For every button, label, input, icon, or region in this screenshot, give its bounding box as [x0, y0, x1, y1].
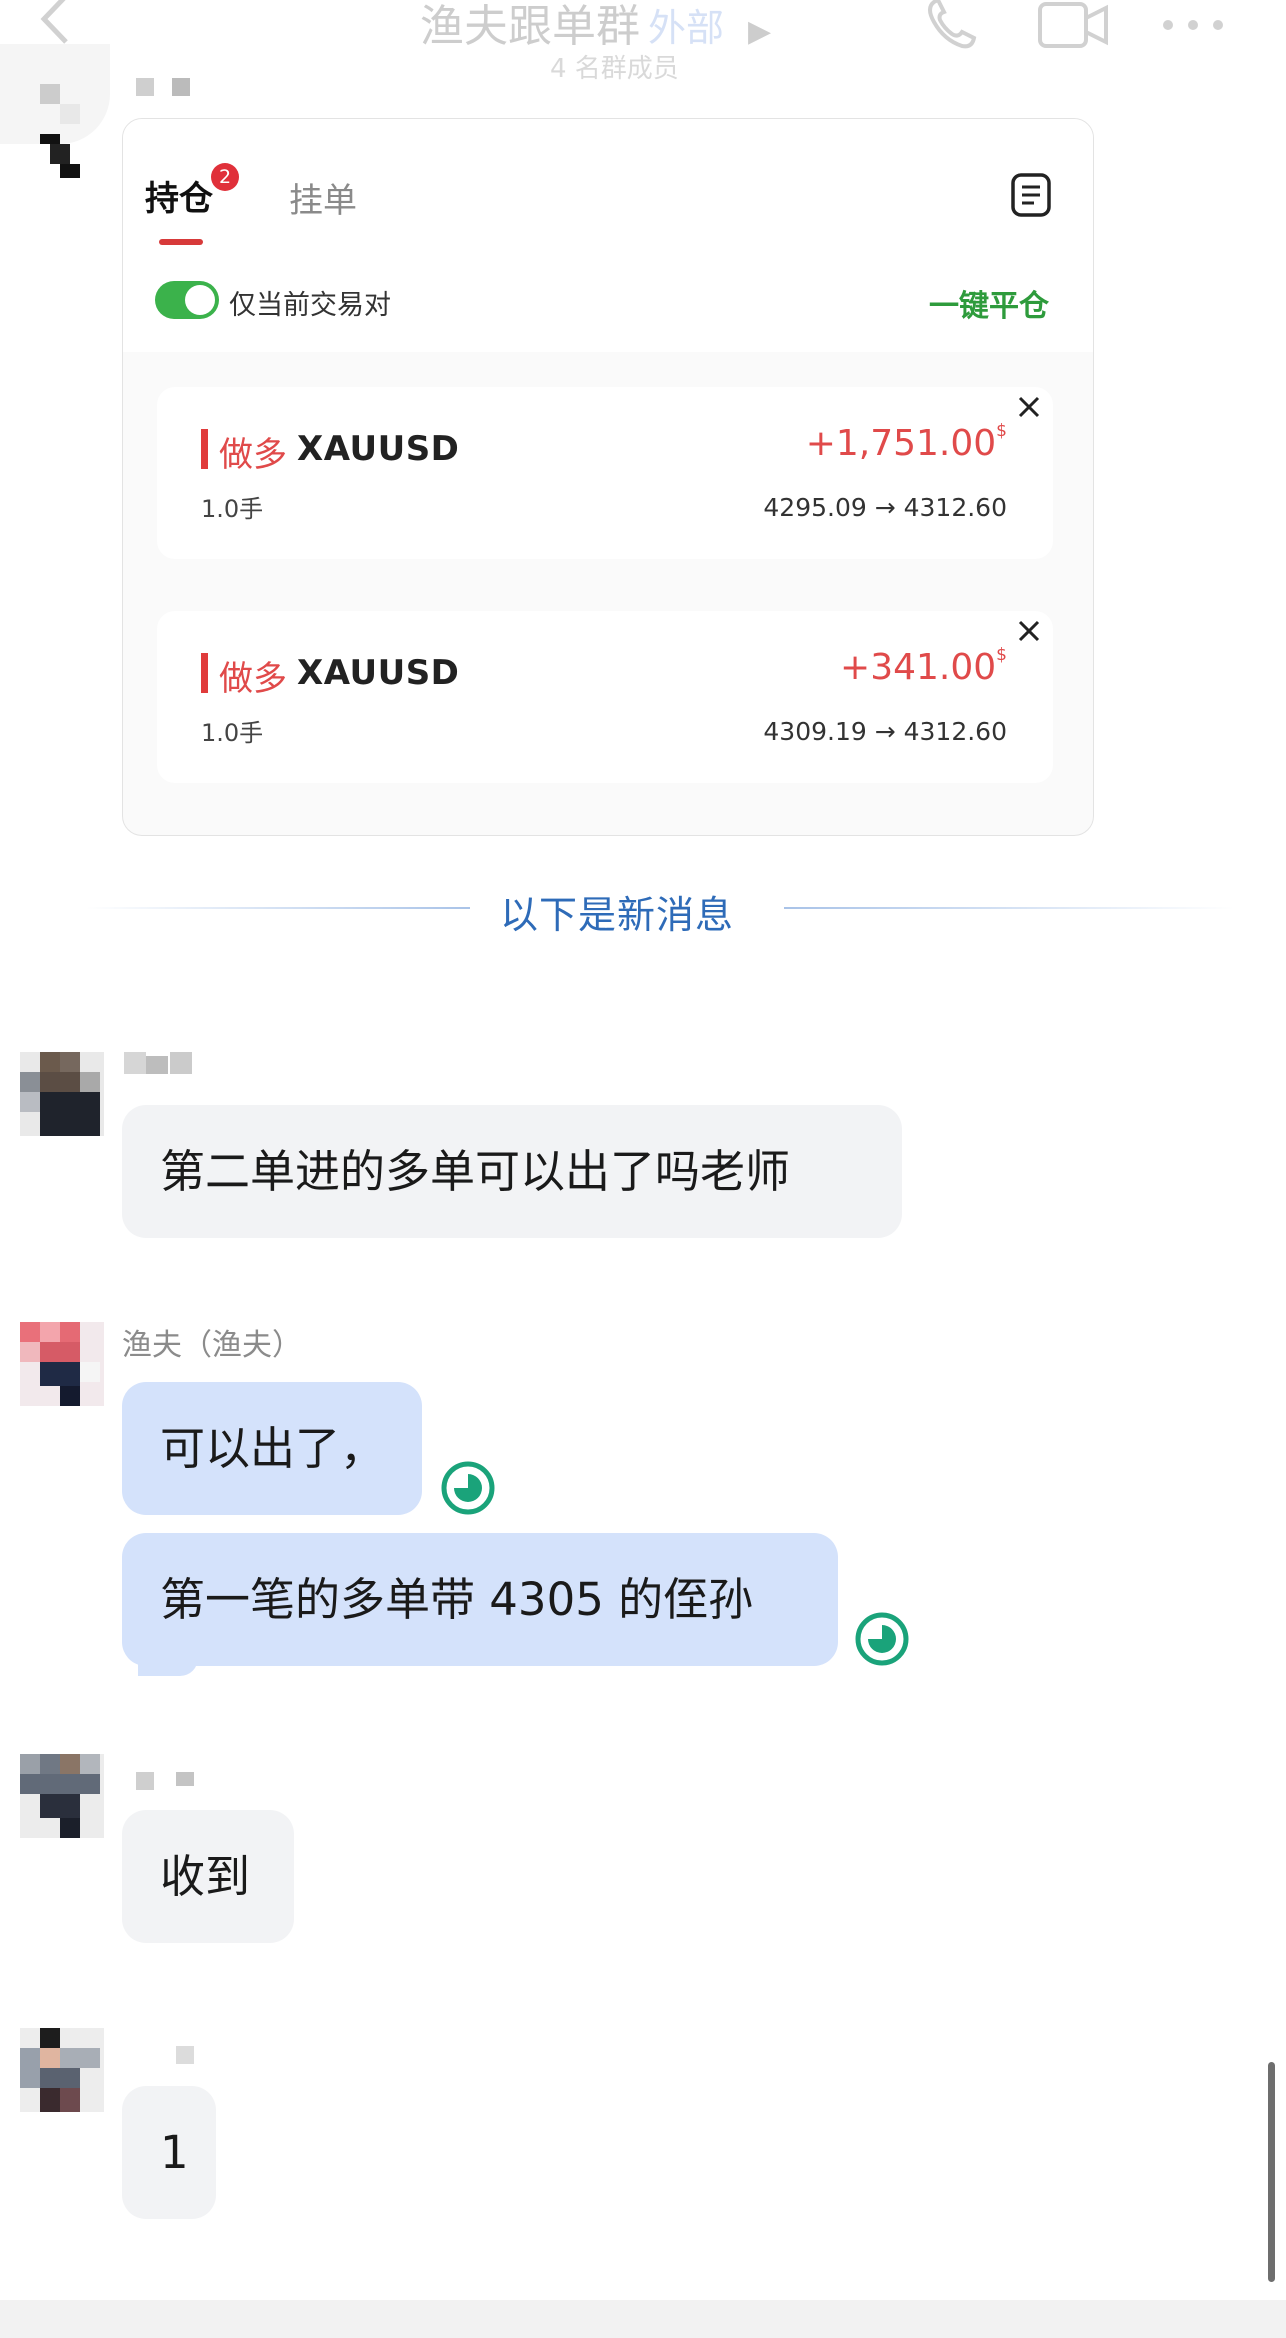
- tab-pending-orders[interactable]: 挂单: [289, 173, 357, 222]
- new-messages-divider: 以下是新消息: [500, 893, 735, 937]
- input-bar-edge: [0, 2300, 1286, 2338]
- position-pnl: +341.00$: [840, 645, 1007, 688]
- current-pair-toggle[interactable]: [155, 281, 219, 319]
- position-symbol: XAUUSD: [297, 653, 460, 693]
- divider-line-right: [784, 907, 1234, 909]
- tab-positions[interactable]: 持仓: [145, 171, 213, 220]
- video-icon[interactable]: [1036, 0, 1110, 54]
- bubble-tail: [138, 1658, 198, 1676]
- position-pnl: +1,751.00$: [805, 421, 1007, 464]
- active-tab-indicator: [159, 239, 203, 245]
- sender-name[interactable]: 渔夫（渔夫）: [122, 1320, 302, 1364]
- positions-count-badge: 2: [211, 163, 239, 191]
- close-icon[interactable]: [1015, 393, 1043, 421]
- message-bubble[interactable]: 第二单进的多单可以出了吗老师: [122, 1105, 902, 1238]
- external-badge: 外部: [648, 6, 725, 50]
- message-bubble[interactable]: 第一笔的多单带 4305 的侄孙: [122, 1533, 838, 1666]
- close-icon[interactable]: [1015, 617, 1043, 645]
- direction-bar: [201, 653, 208, 693]
- pending-clock-icon: [854, 1611, 910, 1667]
- position-item[interactable]: 做多 XAUUSD 1.0手 +341.00$ 4309.19 → 4312.6…: [157, 611, 1053, 783]
- position-item[interactable]: 做多 XAUUSD 1.0手 +1,751.00$ 4295.09 → 4312…: [157, 387, 1053, 559]
- position-price-route: 4309.19 → 4312.60: [763, 717, 1007, 746]
- avatar[interactable]: [20, 1322, 104, 1406]
- more-icon[interactable]: [1158, 0, 1228, 54]
- direction-bar: [201, 429, 208, 469]
- message-bubble[interactable]: 可以出了，: [122, 1382, 422, 1515]
- avatar[interactable]: [20, 1754, 104, 1838]
- position-lots: 1.0手: [201, 719, 264, 747]
- position-lots: 1.0手: [201, 495, 264, 523]
- chat-title[interactable]: 渔夫跟单群 外部 ▶: [420, 0, 771, 54]
- chat-header: 渔夫跟单群 外部 ▶ 4 名群成员: [0, 0, 1286, 90]
- position-price-route: 4295.09 → 4312.60: [763, 493, 1007, 522]
- avatar[interactable]: [20, 2028, 104, 2112]
- toggle-knob: [185, 285, 215, 315]
- divider-line-left: [86, 907, 470, 909]
- arrow-right-icon: ▶: [748, 14, 772, 49]
- phone-icon[interactable]: [920, 0, 978, 52]
- toggle-label: 仅当前交易对: [229, 290, 391, 321]
- member-count: 4 名群成员: [550, 54, 679, 84]
- position-symbol: XAUUSD: [297, 429, 460, 469]
- scrollbar[interactable]: [1268, 2062, 1275, 2282]
- position-direction: 做多: [219, 659, 287, 699]
- message-bubble[interactable]: 收到: [122, 1810, 294, 1943]
- position-direction: 做多: [219, 435, 287, 475]
- document-icon[interactable]: [1009, 171, 1053, 219]
- close-all-button[interactable]: 一键平仓: [929, 281, 1049, 325]
- message-bubble[interactable]: 1: [122, 2086, 216, 2219]
- avatar[interactable]: [20, 1052, 104, 1136]
- back-icon[interactable]: [30, 0, 88, 48]
- avatar[interactable]: [0, 44, 110, 178]
- shared-trade-card[interactable]: 持仓 2 挂单 仅当前交易对 一键平仓 做多 XAUUSD 1.0手 +1,75…: [122, 118, 1094, 836]
- pending-clock-icon: [440, 1460, 496, 1516]
